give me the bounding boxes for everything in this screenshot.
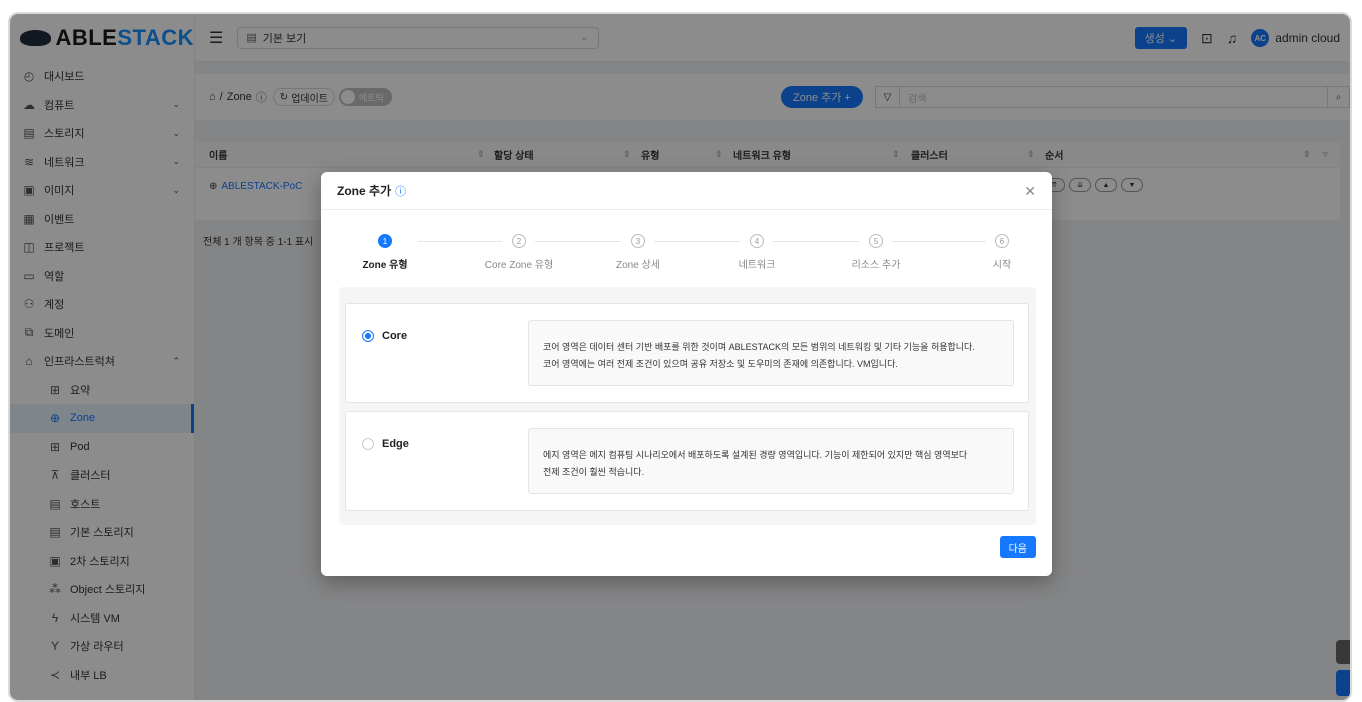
step-label: 리소스 추가 [851, 260, 901, 271]
step-number: 3 [631, 234, 645, 248]
zone-add-modal: Zone 추가 ⓘ ✕ 1 Zone 유형 2 Core Zone 유형 3 Z… [321, 172, 1052, 576]
question-icon[interactable]: ⓘ [395, 183, 406, 199]
radio-label: Edge [382, 438, 409, 450]
step-number: 5 [869, 234, 883, 248]
core-description: 코어 영역은 데이터 센터 기반 배포를 위한 것이며 ABLESTACK의 모… [528, 320, 1014, 386]
step-label: Zone 상세 [616, 260, 660, 271]
step-label: Core Zone 유형 [484, 260, 554, 271]
step-label: Zone 유형 [362, 260, 408, 271]
step-label: 시작 [992, 260, 1012, 271]
modal-title: Zone 추가 [337, 184, 392, 198]
step-5: 5 리소스 추가 [826, 234, 926, 271]
edge-description: 에지 영역은 에지 컴퓨팅 시나리오에서 배포하도록 설계된 경량 영역입니다.… [528, 428, 1014, 494]
app-window: ABLE STACK ◴ 대시보드 ☁ 컴퓨트 ⌄ ▤ 스토리지 ⌄ ≋ 네트워크 ⌄ ▣ 이미지… [8, 12, 1352, 702]
core-radio[interactable]: Core [362, 330, 407, 342]
radio-unchecked-icon [362, 438, 374, 450]
step-label: 네트워크 [738, 260, 776, 271]
zone-type-edge-card[interactable]: Edge 에지 영역은 에지 컴퓨팅 시나리오에서 배포하도록 설계된 경량 영… [345, 411, 1029, 511]
description-line: 에지 영역은 에지 컴퓨팅 시나리오에서 배포하도록 설계된 경량 영역입니다.… [543, 450, 968, 460]
radio-label: Core [382, 330, 408, 342]
step-1: 1 Zone 유형 [335, 234, 435, 271]
step-number: 6 [995, 234, 1009, 248]
step-3: 3 Zone 상세 [588, 234, 688, 271]
edge-radio[interactable]: Edge [362, 438, 409, 450]
step-number: 1 [378, 234, 392, 248]
close-icon[interactable]: ✕ [1024, 183, 1036, 200]
step-4: 4 네트워크 [707, 234, 807, 271]
step-2: 2 Core Zone 유형 [469, 234, 569, 271]
step-number: 4 [750, 234, 764, 248]
zone-type-core-card[interactable]: Core 코어 영역은 데이터 센터 기반 배포를 위한 것이며 ABLESTA… [345, 303, 1029, 403]
step-6: 6 시작 [952, 234, 1052, 271]
step-number: 2 [512, 234, 526, 248]
wizard-steps: 1 Zone 유형 2 Core Zone 유형 3 Zone 상세 4 네트워… [343, 234, 1033, 274]
radio-checked-icon [362, 330, 374, 342]
description-line: 코어 영역은 데이터 센터 기반 배포를 위한 것이며 ABLESTACK의 모… [543, 342, 975, 352]
description-line: 전제 조건이 훨씬 적습니다. [543, 467, 645, 477]
zone-type-options: Core 코어 영역은 데이터 센터 기반 배포를 위한 것이며 ABLESTA… [339, 287, 1036, 525]
next-button[interactable]: 다음 [999, 536, 1036, 558]
description-line: 코어 영역에는 여러 전제 조건이 있으며 공유 저장소 및 도우미의 존재에 … [543, 359, 898, 369]
modal-header: Zone 추가 ⓘ [321, 172, 1052, 210]
